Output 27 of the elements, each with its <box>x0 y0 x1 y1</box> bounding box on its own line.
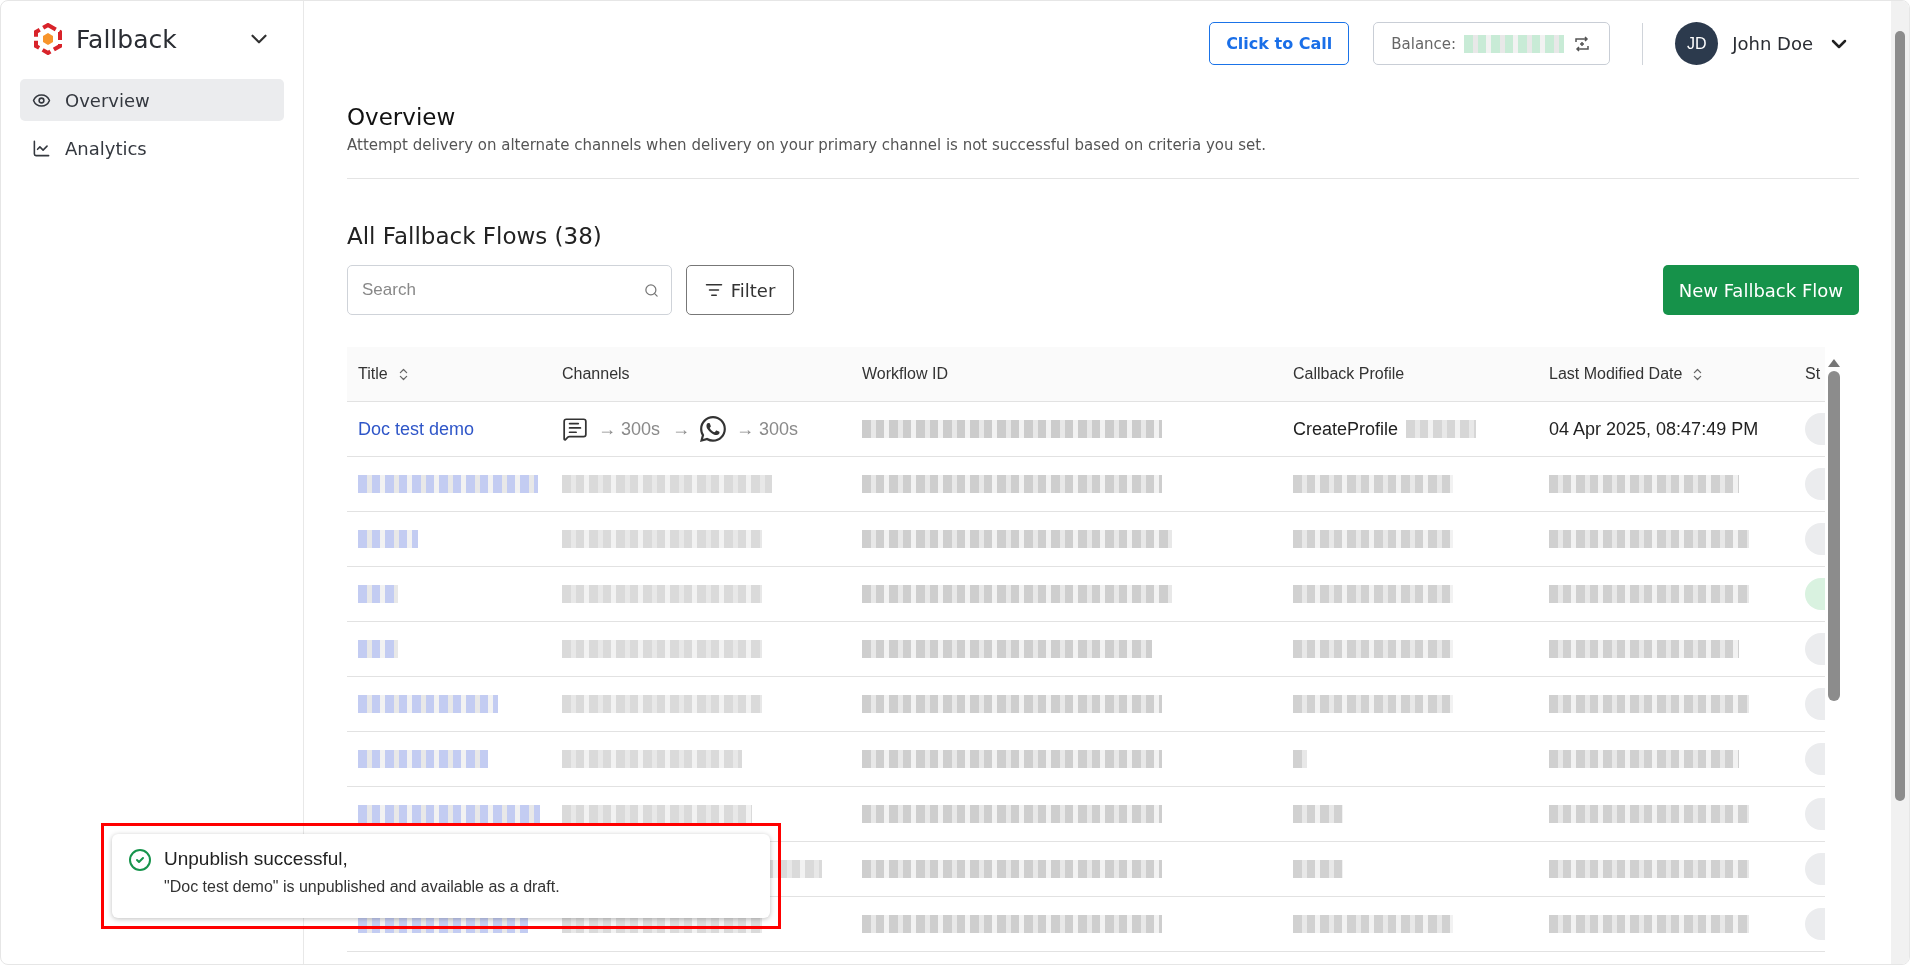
sidebar-item[interactable]: Overview <box>20 79 284 121</box>
column-header: St <box>1805 365 1821 383</box>
column-header: Channels <box>562 365 630 383</box>
column-header[interactable]: Title <box>358 365 388 383</box>
sidebar-item[interactable]: Analytics <box>20 127 284 169</box>
filter-button[interactable]: Filter <box>686 265 794 315</box>
user-name: John Doe <box>1732 33 1813 54</box>
user-avatar[interactable]: JD <box>1675 22 1719 65</box>
column-header[interactable]: Last Modified Date <box>1549 365 1683 383</box>
toast-title: Unpublish successful, <box>164 848 349 870</box>
new-flow-button[interactable]: New Fallback Flow <box>1662 265 1859 315</box>
page-subtitle: Attempt delivery on alternate channels when delivery on your primary channel is not successful based on criteria you set. <box>347 136 1267 154</box>
column-header: Callback Profile <box>1293 365 1405 383</box>
click-to-call-button[interactable]: Click to Call <box>1209 22 1350 65</box>
toast-message: "Doc test demo" is unpublished and available as a draft. <box>164 878 560 896</box>
page-title: Overview <box>347 104 457 130</box>
section-title: All Fallback Flows (38) <box>347 223 603 249</box>
delay-text: → 300s <box>598 418 661 440</box>
flow-title-link[interactable]: Doc test demo <box>358 418 475 440</box>
product-name: Fallback <box>76 24 178 54</box>
balance-label: Balance: <box>1391 34 1457 53</box>
arrow-text: → <box>672 418 691 440</box>
search-field[interactable]: Search <box>347 265 672 315</box>
modified-date: 04 Apr 2025, 08:47:49 PM <box>1549 418 1759 440</box>
delay-text: → 300s <box>736 418 799 440</box>
column-header: Workflow ID <box>862 365 948 383</box>
profile-name: CreateProfile <box>1293 418 1399 440</box>
